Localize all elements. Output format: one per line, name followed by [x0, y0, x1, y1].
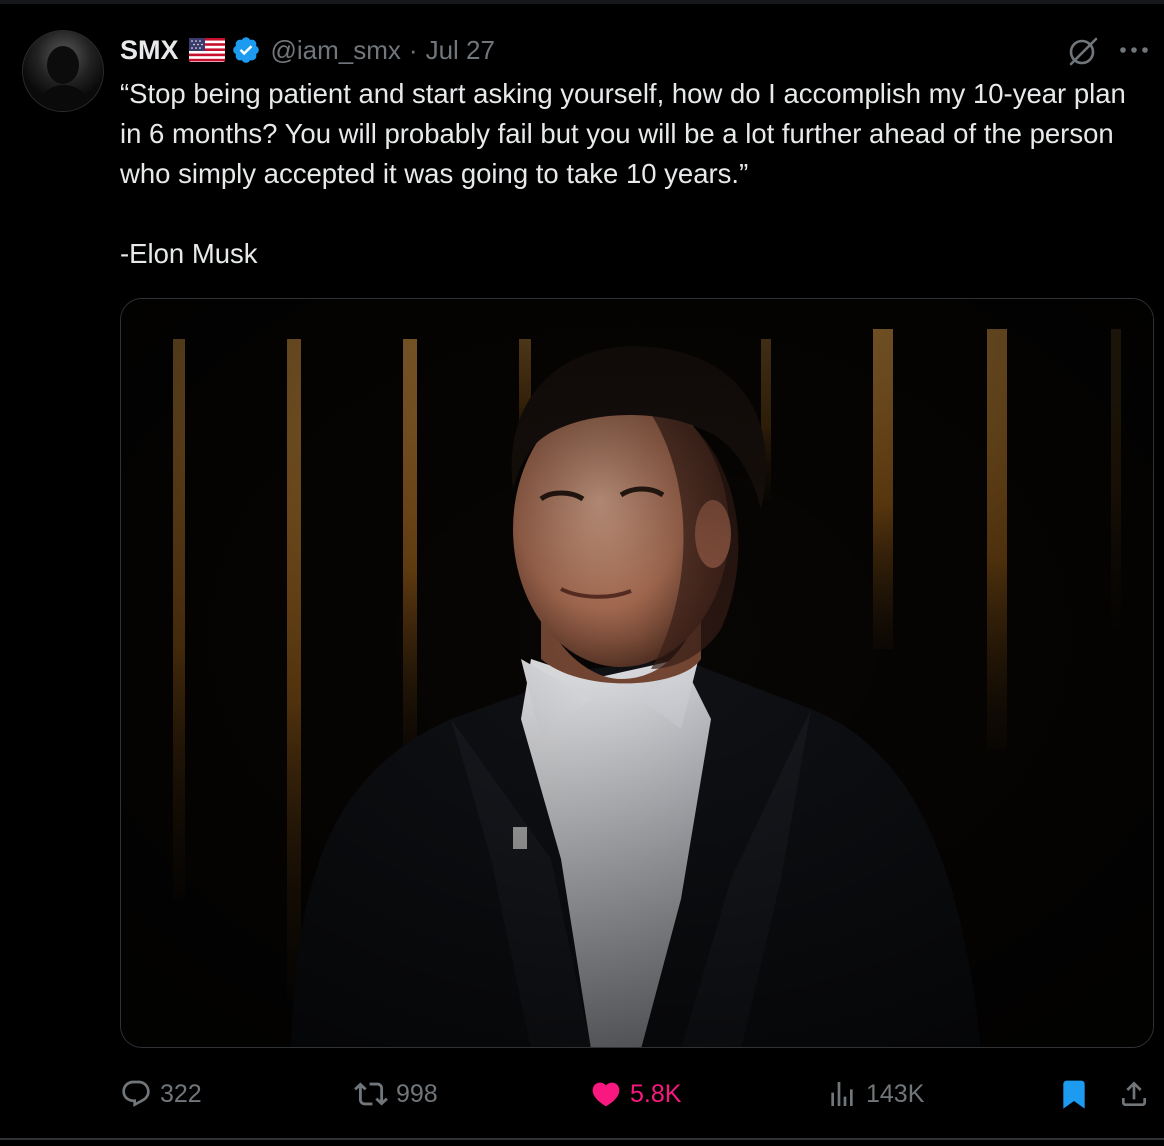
views-count: 143K: [866, 1079, 925, 1108]
tweet-actions: 322 998 5.8K 143K: [0, 1068, 1164, 1120]
top-divider: [0, 0, 1164, 4]
bookmark-icon: [1063, 1080, 1085, 1109]
bottom-divider: [0, 1138, 1164, 1140]
repost-button[interactable]: 998: [354, 1068, 438, 1120]
avatar[interactable]: [22, 30, 104, 112]
repost-icon: [354, 1082, 388, 1106]
more-icon[interactable]: [1118, 40, 1150, 60]
reply-icon: [122, 1080, 150, 1107]
like-button[interactable]: 5.8K: [590, 1068, 681, 1120]
tweet-date[interactable]: Jul 27: [426, 35, 495, 66]
tweet-media-image[interactable]: [120, 298, 1154, 1048]
us-flag-icon: [188, 38, 225, 62]
tweet-attribution: -Elon Musk: [120, 238, 258, 269]
reply-count: 322: [160, 1079, 202, 1108]
tweet-header: SMX @iam_smx · Jul 27: [120, 30, 495, 70]
grok-icon[interactable]: [1066, 34, 1100, 68]
heart-icon: [592, 1082, 620, 1107]
share-button[interactable]: [1118, 1068, 1158, 1120]
separator: ·: [408, 34, 418, 65]
like-count: 5.8K: [630, 1079, 682, 1108]
views-icon: [831, 1082, 853, 1106]
views-button[interactable]: 143K: [826, 1068, 924, 1120]
verified-badge-icon[interactable]: [231, 35, 261, 65]
repost-count: 998: [396, 1079, 438, 1108]
bookmark-button[interactable]: [1058, 1068, 1098, 1120]
tweet-quote: “Stop being patient and start asking you…: [120, 78, 1126, 189]
reply-button[interactable]: 322: [120, 1068, 202, 1120]
tweet-text: “Stop being patient and start asking you…: [120, 74, 1150, 274]
display-name[interactable]: SMX: [120, 35, 179, 66]
share-icon: [1122, 1081, 1146, 1106]
handle[interactable]: @iam_smx: [271, 35, 401, 66]
